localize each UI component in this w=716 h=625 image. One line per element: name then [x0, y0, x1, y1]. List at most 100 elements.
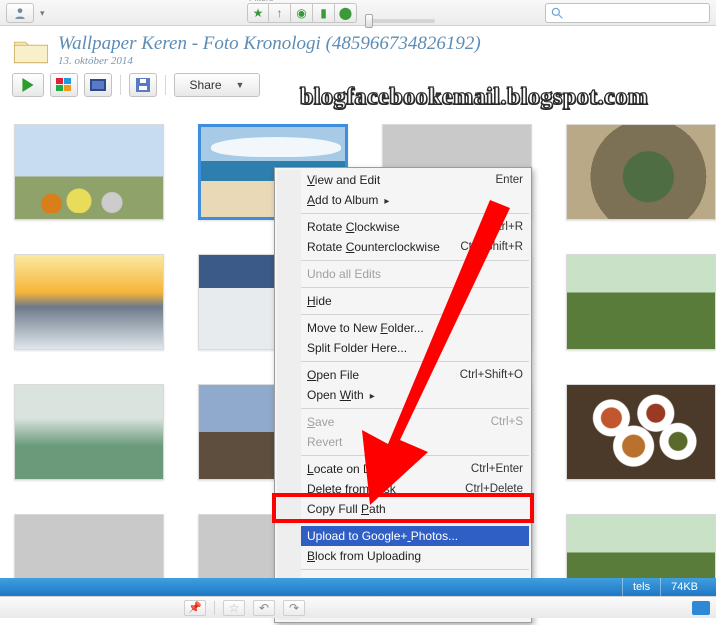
person-icon — [13, 6, 27, 20]
context-menu-item[interactable]: Add to Album — [301, 190, 529, 210]
star-button[interactable]: ☆ — [223, 600, 245, 616]
account-dropdown-icon: ▾ — [40, 8, 45, 19]
filters-label: Filters — [249, 0, 274, 3]
context-menu-item[interactable]: Block from Uploading — [301, 546, 529, 566]
context-menu-separator — [301, 361, 529, 362]
context-menu-item[interactable]: Open With — [301, 385, 529, 405]
photo-thumbnail[interactable] — [566, 124, 716, 220]
context-menu-item-shortcut: Enter — [496, 174, 524, 186]
filter-tags[interactable]: ⬤ — [335, 3, 357, 23]
tag-icon: ⬤ — [339, 6, 352, 20]
context-menu-item[interactable]: View and EditEnter — [301, 170, 529, 190]
context-menu-item[interactable]: Hide — [301, 291, 529, 311]
rotate-right-icon: ↷ — [289, 601, 299, 615]
context-menu-item-shortcut: Ctrl+S — [491, 416, 523, 428]
play-slideshow-button[interactable] — [12, 73, 44, 97]
star-icon: ★ — [253, 6, 264, 20]
context-menu-item-label: View and Edit — [307, 173, 496, 187]
create-collage-button[interactable] — [50, 73, 78, 97]
context-menu-separator — [301, 408, 529, 409]
context-menu-item[interactable]: Split Folder Here... — [301, 338, 529, 358]
context-menu-item-label: Upload to Google+ Photos... — [307, 529, 523, 543]
status-dimensions: tels — [622, 578, 660, 596]
context-menu-item[interactable]: Open FileCtrl+Shift+O — [301, 365, 529, 385]
context-menu-item[interactable]: Delete from DiskCtrl+Delete — [301, 479, 529, 499]
context-menu-item-shortcut: Ctrl+Shift+O — [460, 369, 523, 381]
pin-button[interactable]: 📌 — [184, 600, 206, 616]
context-menu-item-label: Move to New Folder... — [307, 321, 523, 335]
context-menu-item-label: Add to Album — [307, 193, 523, 207]
filter-people[interactable]: ◉ — [291, 3, 313, 23]
photo-thumbnail[interactable] — [14, 254, 164, 350]
status-bar: tels 74KB — [0, 578, 716, 596]
context-menu-item-label: Block from Uploading — [307, 549, 523, 563]
thumbnail-size-slider[interactable] — [365, 19, 435, 23]
rotate-left-button[interactable]: ↶ — [253, 600, 275, 616]
save-button[interactable] — [129, 73, 157, 97]
context-menu-item[interactable]: Upload to Google+ Photos... — [301, 526, 529, 546]
photo-thumbnail[interactable] — [566, 254, 716, 350]
pin-icon: 📌 — [188, 601, 202, 614]
context-menu-item: Revert — [301, 432, 529, 452]
context-menu-separator — [301, 287, 529, 288]
sync-icon — [692, 601, 710, 615]
filter-uploads[interactable]: ↑ — [269, 3, 291, 23]
upload-icon: ↑ — [277, 6, 283, 20]
photo-thumbnail[interactable] — [14, 384, 164, 480]
context-menu-item-label: Delete from Disk — [307, 482, 465, 496]
context-menu-item-label: Split Folder Here... — [307, 341, 523, 355]
context-menu-item-label: Save — [307, 415, 491, 429]
filter-movies[interactable]: ▮ — [313, 3, 335, 23]
film-icon: ▮ — [320, 6, 327, 20]
collage-icon — [56, 78, 72, 92]
context-menu: View and EditEnter Add to Album Rotate Clo… — [274, 167, 532, 623]
context-menu-item[interactable]: Copy Full Path — [301, 499, 529, 519]
context-menu-item: Undo all Edits — [301, 264, 529, 284]
search-input[interactable] — [545, 3, 710, 23]
folder-title: Wallpaper Keren - Foto Kronologi (485966… — [58, 34, 481, 55]
context-menu-item-shortcut: Ctrl+R — [490, 221, 523, 233]
context-menu-separator — [301, 522, 529, 523]
context-menu-item-shortcut: Ctrl+Delete — [465, 483, 523, 495]
status-filesize: 74KB — [660, 578, 708, 596]
folder-date: 13. október 2014 — [58, 55, 481, 67]
context-menu-item-label: Rotate Clockwise — [307, 220, 490, 234]
create-movie-button[interactable] — [84, 73, 112, 97]
photo-thumbnail[interactable] — [566, 384, 716, 480]
context-menu-item: SaveCtrl+S — [301, 412, 529, 432]
share-label: Share — [190, 78, 222, 92]
context-menu-item-label: Open With — [307, 388, 523, 402]
star-icon: ☆ — [229, 601, 240, 615]
share-button[interactable]: Share ▼ — [174, 73, 260, 97]
context-menu-item-label: Locate on Disk — [307, 462, 471, 476]
rotate-right-button[interactable]: ↷ — [283, 600, 305, 616]
context-menu-item-shortcut: Ctrl+Enter — [471, 463, 523, 475]
context-menu-item[interactable]: Move to New Folder... — [301, 318, 529, 338]
photo-thumbnail[interactable] — [14, 124, 164, 220]
account-button[interactable] — [6, 3, 34, 23]
context-menu-separator — [301, 314, 529, 315]
context-menu-separator — [301, 213, 529, 214]
context-menu-separator — [301, 569, 529, 570]
context-menu-item-label: Revert — [307, 435, 523, 449]
context-menu-item[interactable]: Locate on DiskCtrl+Enter — [301, 459, 529, 479]
filter-starred[interactable]: ★ — [247, 3, 269, 23]
context-menu-separator — [301, 455, 529, 456]
bottom-toolbar: 📌 ☆ ↶ ↷ — [0, 596, 716, 618]
rotate-left-icon: ↶ — [259, 601, 269, 615]
context-menu-item-label: Hide — [307, 294, 523, 308]
folder-icon — [12, 34, 50, 66]
context-menu-item-label: Open File — [307, 368, 460, 382]
person-icon: ◉ — [296, 6, 306, 20]
search-icon — [550, 6, 564, 20]
film-icon — [90, 79, 106, 91]
context-menu-item[interactable]: Rotate ClockwiseCtrl+R — [301, 217, 529, 237]
chevron-down-icon: ▼ — [236, 80, 245, 90]
context-menu-item-shortcut: Ctrl+Shift+R — [460, 241, 523, 253]
disk-icon — [136, 78, 150, 92]
context-menu-item-label: Rotate Counterclockwise — [307, 240, 460, 254]
play-icon — [21, 78, 35, 92]
context-menu-item[interactable]: Rotate CounterclockwiseCtrl+Shift+R — [301, 237, 529, 257]
context-menu-item-label: Undo all Edits — [307, 267, 523, 281]
context-menu-item-label: Copy Full Path — [307, 502, 523, 516]
